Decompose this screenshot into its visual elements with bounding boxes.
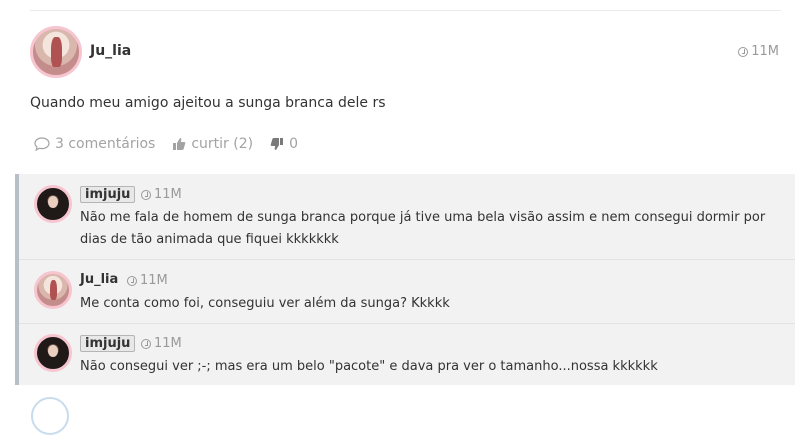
reply-author-avatar[interactable] xyxy=(34,334,72,372)
post-time-text: 11M xyxy=(751,44,779,59)
reply-timestamp: 11M xyxy=(127,273,168,288)
reply-timestamp: 11M xyxy=(141,187,182,202)
reply-author-name[interactable]: imjuju xyxy=(80,186,136,203)
reply-item: Ju_lia 11M Me conta como foi, conseguiu … xyxy=(19,259,795,324)
comment-bubble-icon xyxy=(34,137,50,151)
reply-item: imjuju 11M Não me fala de homem de sunga… xyxy=(19,174,795,259)
post-author-avatar[interactable] xyxy=(30,26,82,78)
reply-text: Não consegui ver ;-; mas era um belo "pa… xyxy=(80,359,658,374)
clock-icon xyxy=(141,189,151,200)
like-button[interactable]: curtir (2) xyxy=(172,136,253,152)
reply-author-name[interactable]: imjuju xyxy=(80,335,136,352)
post-text: Quando meu amigo ajeitou a sunga branca … xyxy=(30,95,386,111)
comments-button[interactable]: 3 comentários xyxy=(34,136,155,152)
clock-icon xyxy=(738,46,749,57)
thumbs-up-icon xyxy=(173,138,186,150)
like-label: curtir (2) xyxy=(191,136,254,152)
reply-author-name[interactable]: Ju_lia xyxy=(80,272,118,287)
reply-time-text: 11M xyxy=(154,336,182,351)
post-actions: 3 comentários curtir (2) 0 xyxy=(34,136,315,152)
reply-text: Me conta como foi, conseguiu ver além da… xyxy=(80,296,450,311)
reply-text: Não me fala de homem de sunga branca por… xyxy=(80,210,766,247)
clock-icon xyxy=(141,338,151,349)
comments-count: 3 comentários xyxy=(55,136,156,152)
next-avatar-partial xyxy=(31,397,69,435)
dislike-count: 0 xyxy=(289,136,298,152)
reply-item: imjuju 11M Não consegui ver ;-; mas era … xyxy=(19,323,795,386)
reply-author-avatar[interactable] xyxy=(34,185,72,223)
reply-time-text: 11M xyxy=(140,273,168,288)
reply-time-text: 11M xyxy=(154,187,182,202)
replies-list: imjuju 11M Não me fala de homem de sunga… xyxy=(15,174,795,385)
reply-timestamp: 11M xyxy=(141,336,182,351)
thumbs-down-icon xyxy=(270,138,284,150)
top-divider xyxy=(30,10,781,11)
clock-icon xyxy=(127,275,137,286)
post-author-name[interactable]: Ju_lia xyxy=(90,43,131,59)
post-timestamp: 11M xyxy=(738,44,779,59)
reply-author-avatar[interactable] xyxy=(34,271,72,309)
dislike-button[interactable]: 0 xyxy=(270,136,298,152)
